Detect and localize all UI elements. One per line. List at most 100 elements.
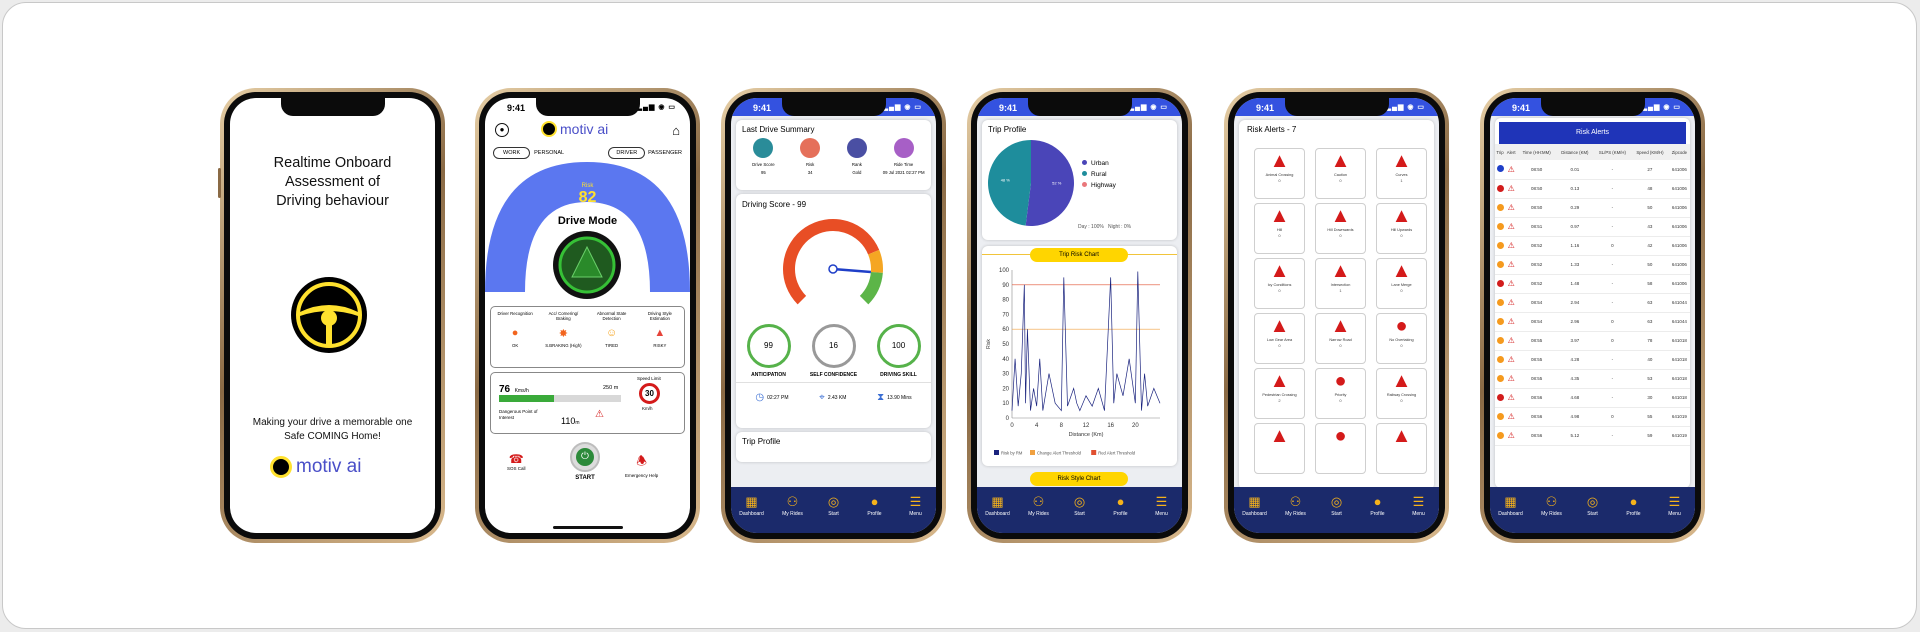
table-cell: 641018	[1671, 338, 1687, 343]
profile-icon[interactable]: ●	[495, 123, 509, 137]
trip-dot-cell	[1495, 160, 1505, 179]
speed-panel: 76 Kms/h 250 m Dangerous Point of Intere…	[490, 372, 685, 434]
tab-profile[interactable]: ● Profile	[1618, 495, 1650, 518]
alert-sign[interactable]: ● No Overtaking 0	[1376, 313, 1427, 364]
work-toggle[interactable]: WORK PERSONAL	[493, 147, 564, 159]
tab-menu[interactable]: ☰ Menu	[900, 495, 932, 518]
emergency-button[interactable]: 🕭 Emergency Help	[625, 452, 658, 478]
tab-dashboard[interactable]: ▦ Dashboard	[982, 495, 1014, 518]
sos-button[interactable]: ☎ SOS Call	[507, 452, 526, 471]
table-row[interactable]: ⚠ 08:50 0.01 - 27 641006	[1495, 160, 1690, 179]
risk-style-chart-button[interactable]: Risk Style Chart	[1030, 472, 1128, 486]
table-row[interactable]: ⚠ 08:56 5.12 - 59 641019	[1495, 426, 1690, 445]
trip-status-dot	[1496, 412, 1504, 420]
sign-count: 0	[1339, 178, 1342, 183]
table-cell: 08:55	[1531, 338, 1543, 343]
score-ring: 99	[746, 324, 791, 368]
table-cell: 1.48	[1570, 281, 1580, 286]
table-cell: 48	[1647, 186, 1653, 191]
signal-icon: ▂▄▆ ◉ ▭	[882, 104, 922, 111]
tab-start[interactable]: ◎ Start	[1321, 495, 1353, 518]
table-cell: 55	[1647, 414, 1653, 419]
alert-sign[interactable]: ▲ Animal Crossing 0	[1254, 148, 1305, 199]
alert-sign[interactable]: ▲ Icy Conditions 0	[1254, 258, 1305, 309]
tab-my-rides[interactable]: ⚇ My Rides	[777, 495, 809, 518]
area-pie-chart: 52 % 48 %	[987, 140, 1074, 226]
toggle-work[interactable]: WORK	[493, 147, 531, 159]
tab-profile[interactable]: ● Profile	[1105, 495, 1137, 518]
alert-sign[interactable]: ▲ Caution 0	[1315, 148, 1366, 199]
trip-stat: ⧗ 13.90 Mins	[877, 392, 912, 403]
table-row[interactable]: ⚠ 08:54 2.96 0 63 641044	[1495, 312, 1690, 331]
alert-sign[interactable]: ▲ Intersection 1	[1315, 258, 1366, 309]
start-button[interactable]: ⏻ START	[570, 442, 600, 481]
tab-menu[interactable]: ☰ Menu	[1146, 495, 1178, 518]
alert-sign[interactable]: ▲ Low Gear Area 0	[1254, 313, 1305, 364]
alert-sign[interactable]: ▲ Hill 0	[1254, 203, 1305, 254]
feature-panel: Driver Recognition ● OK Acc/ Cornering/ Bra…	[490, 306, 685, 368]
tab-start[interactable]: ◎ Start	[818, 495, 850, 518]
tab-profile[interactable]: ● Profile	[1362, 495, 1394, 518]
table-cell: 50	[1647, 262, 1653, 267]
alert-sign[interactable]: ● Priority 0	[1315, 368, 1366, 419]
toggle-driver[interactable]: DRIVER	[608, 147, 646, 159]
alert-sign[interactable]: ●	[1315, 423, 1366, 474]
tab-start[interactable]: ◎ Start	[1064, 495, 1096, 518]
table-row[interactable]: ⚠ 08:52 1.48 - 58 641006	[1495, 274, 1690, 293]
table-cell: 63	[1647, 300, 1653, 305]
table-row[interactable]: ⚠ 08:52 1.16 0 42 641006	[1495, 236, 1690, 255]
table-cell: 1.16	[1570, 243, 1580, 248]
night-share: Night : 0%	[1108, 224, 1132, 230]
tab-start[interactable]: ◎ Start	[1577, 495, 1609, 518]
home-icon[interactable]: ⌂	[672, 123, 680, 138]
table-row[interactable]: ⚠ 08:50 0.29 - 50 641006	[1495, 198, 1690, 217]
tab-menu[interactable]: ☰ Menu	[1403, 495, 1435, 518]
table-header: Risk Alerts	[1499, 122, 1686, 144]
tab-dashboard[interactable]: ▦ Dashboard	[1239, 495, 1271, 518]
table-row[interactable]: ⚠ 08:56 4.98 0 55 641019	[1495, 407, 1690, 426]
tab-profile[interactable]: ● Profile	[859, 495, 891, 518]
trip-status-dot	[1496, 260, 1504, 268]
alert-sign[interactable]: ▲	[1254, 423, 1305, 474]
header-logo: motiv ai	[541, 121, 608, 137]
table-row[interactable]: ⚠ 08:50 0.13 - 48 641006	[1495, 179, 1690, 198]
bottom-tab-bar: ▦ Dashboard ⚇ My Rides ◎ Start ● Profile ☰ Menu	[1234, 487, 1439, 533]
tab-my-rides[interactable]: ⚇ My Rides	[1280, 495, 1312, 518]
alert-sign[interactable]: ▲ Curves 1	[1376, 148, 1427, 199]
table-row[interactable]: ⚠ 08:55 3.97 0 78 641018	[1495, 331, 1690, 350]
table-cell: -	[1611, 186, 1614, 191]
splash-title: Realtime Onboard Assessment of Driving beh…	[273, 155, 392, 209]
table-row[interactable]: ⚠ 08:54 2.94 - 63 641044	[1495, 293, 1690, 312]
alert-sign[interactable]: ▲ Hill Downwards 0	[1315, 203, 1366, 254]
table-row[interactable]: ⚠ 08:55 4.28 - 40 641018	[1495, 350, 1690, 369]
tab-dashboard[interactable]: ▦ Dashboard	[736, 495, 768, 518]
alert-sign[interactable]: ▲ Hill Upwards 0	[1376, 203, 1427, 254]
table-cell: 42	[1647, 243, 1653, 248]
table-row[interactable]: ⚠ 08:55 4.35 - 53 641018	[1495, 369, 1690, 388]
table-row[interactable]: ⚠ 08:52 1.33 - 50 641006	[1495, 255, 1690, 274]
alert-sign[interactable]: ▲ Pedestrian Crossing 2	[1254, 368, 1305, 419]
tab-menu[interactable]: ☰ Menu	[1659, 495, 1691, 518]
signal-icon: ▂▄▆ ◉ ▭	[1385, 104, 1425, 111]
alert-sign[interactable]: ▲ Lane Merge 0	[1376, 258, 1427, 309]
trip-risk-line-chart: 0 10 20 30 40 50 60 70 80 90 100 0 4 8 12 16 20 Risk Dista…	[986, 268, 1161, 456]
table-cell: -	[1611, 433, 1614, 438]
trip-risk-chart-button[interactable]: Trip Risk Chart	[1030, 248, 1128, 262]
alert-sign[interactable]: ▲	[1376, 423, 1427, 474]
table-row[interactable]: ⚠ 08:51 0.97 - 43 641006	[1495, 217, 1690, 236]
table-column-header: Trip	[1495, 144, 1506, 160]
feature-label: Acc/ Cornering/ Braking	[548, 311, 579, 321]
tab-dashboard[interactable]: ▦ Dashboard	[1495, 495, 1527, 518]
alert-sign[interactable]: ▲ Narrow Road 0	[1315, 313, 1366, 364]
tab-my-rides[interactable]: ⚇ My Rides	[1536, 495, 1568, 518]
table-row[interactable]: ⚠ 08:56 4.68 - 30 641018	[1495, 388, 1690, 407]
trip-dot-cell	[1495, 293, 1505, 312]
toggle-passenger[interactable]: PASSENGER	[648, 150, 682, 156]
driver-toggle[interactable]: DRIVER PASSENGER	[608, 147, 682, 159]
x-tick-label: 12	[1083, 423, 1090, 429]
pie-label: 48 %	[1001, 177, 1011, 182]
tab-my-rides[interactable]: ⚇ My Rides	[1023, 495, 1055, 518]
alert-sign[interactable]: ▲ Railway Crossing 0	[1376, 368, 1427, 419]
toggle-personal[interactable]: PERSONAL	[534, 150, 564, 156]
tab-label: Profile	[1113, 511, 1128, 517]
